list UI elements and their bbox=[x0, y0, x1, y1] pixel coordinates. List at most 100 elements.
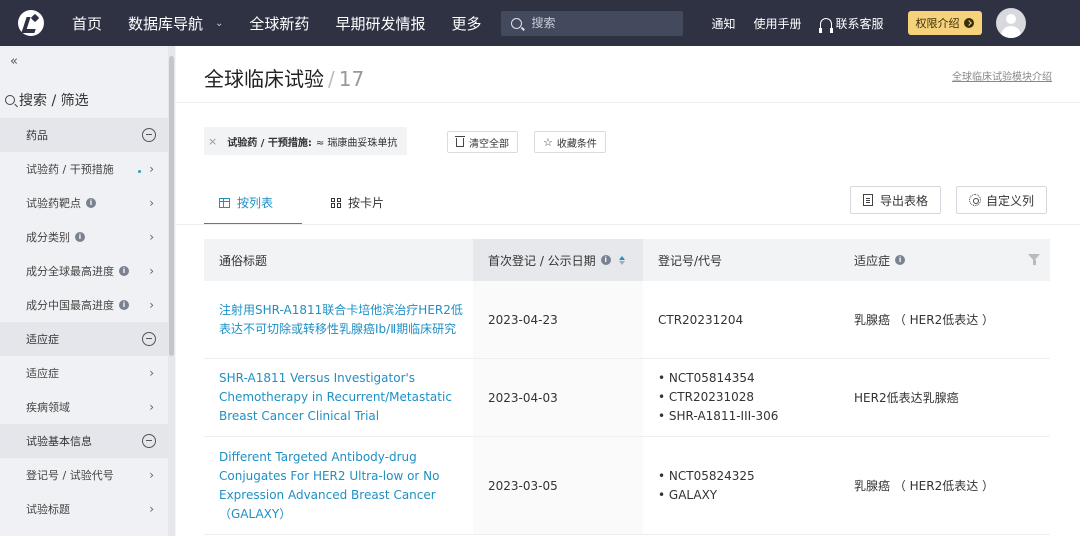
column-header-label: 首次登记 / 公示日期 bbox=[488, 253, 596, 268]
chevron-right-icon: › bbox=[149, 400, 154, 414]
registration-number: SHR-A1811-III-306 bbox=[658, 407, 779, 426]
export-icon bbox=[863, 194, 873, 206]
registration-cell: NCT05824325GALAXY bbox=[643, 437, 839, 534]
global-search[interactable] bbox=[501, 10, 684, 36]
sidebar-item-global-progress[interactable]: 成分全球最高进度 i › bbox=[0, 254, 168, 288]
search-input[interactable] bbox=[531, 16, 672, 30]
result-count: 17 bbox=[338, 67, 365, 91]
trash-icon bbox=[455, 135, 465, 147]
remove-filter-icon[interactable]: × bbox=[208, 135, 217, 148]
trial-title-cell: Different Targeted Antibody-drug Conjuga… bbox=[204, 437, 473, 534]
custom-columns-button[interactable]: 自定义列 bbox=[956, 186, 1048, 214]
nav-more[interactable]: 更多 bbox=[451, 13, 481, 34]
registration-number: CTR20231204 bbox=[658, 312, 744, 327]
star-icon: ☆ bbox=[543, 135, 553, 149]
chevron-right-icon: › bbox=[149, 502, 154, 516]
group-drug[interactable]: 药品 bbox=[0, 118, 168, 152]
column-header-date[interactable]: 首次登记 / 公示日期 i bbox=[473, 239, 643, 281]
save-condition-label: 收藏条件 bbox=[556, 138, 597, 150]
module-intro-link[interactable]: 全球临床试验模块介绍 bbox=[952, 68, 1052, 83]
chevron-right-icon: › bbox=[138, 162, 154, 176]
registration-number: NCT05814354 bbox=[658, 369, 778, 388]
table-row[interactable]: SHR-A1811 Versus Investigator's Chemothe… bbox=[204, 359, 1050, 437]
table-header: 通俗标题 首次登记 / 公示日期 i 登记号/代号 适应症 i bbox=[204, 239, 1050, 281]
nav-database[interactable]: 数据库导航 ⌄ bbox=[128, 13, 223, 34]
scrollbar-thumb[interactable] bbox=[169, 56, 174, 356]
sidebar-item-china-progress[interactable]: 成分中国最高进度 i › bbox=[0, 288, 168, 322]
headset-icon bbox=[818, 17, 833, 33]
sidebar-item-component-class[interactable]: 成分类别 i › bbox=[0, 220, 168, 254]
sidebar-search-label: 搜索 / 筛选 bbox=[19, 93, 89, 109]
nav-more-label: 更多 bbox=[451, 14, 482, 33]
chevron-right-icon: › bbox=[149, 230, 154, 244]
sort-icon[interactable] bbox=[618, 255, 625, 265]
column-header-indication[interactable]: 适应症 i bbox=[839, 239, 1050, 281]
clear-all-label: 清空全部 bbox=[469, 138, 509, 150]
table-row[interactable]: Different Targeted Antibody-drug Conjuga… bbox=[204, 437, 1050, 535]
nav-global-drugs-label: 全球新药 bbox=[249, 14, 310, 33]
sidebar-item-target[interactable]: 试验药靶点 i › bbox=[0, 186, 168, 220]
sidebar-item-disease-area[interactable]: 疾病领域 › bbox=[0, 390, 168, 424]
app-logo[interactable] bbox=[18, 10, 44, 36]
support-label: 联系客服 bbox=[835, 16, 884, 31]
column-header-label: 适应症 bbox=[854, 253, 891, 268]
avatar[interactable] bbox=[995, 8, 1026, 38]
tab-card-label: 按卡片 bbox=[348, 196, 385, 210]
table-row[interactable]: 注射用SHR-A1811联合卡培他滨治疗HER2低表达不可切除或转移性乳腺癌Ⅰb… bbox=[204, 281, 1050, 359]
nav-home[interactable]: 首页 bbox=[72, 13, 102, 34]
column-header-registration[interactable]: 登记号/代号 bbox=[643, 239, 839, 281]
trial-title-link[interactable]: SHR-A1811 Versus Investigator's Chemothe… bbox=[219, 369, 473, 426]
trial-title-link[interactable]: 注射用SHR-A1811联合卡培他滨治疗HER2低表达不可切除或转移性乳腺癌Ⅰb… bbox=[219, 301, 473, 339]
info-icon[interactable]: i bbox=[75, 232, 85, 242]
sidebar-item-indication[interactable]: 适应症 › bbox=[0, 356, 168, 390]
nav-global-drugs[interactable]: 全球新药 bbox=[249, 13, 309, 34]
permission-button[interactable]: 权限介绍 bbox=[907, 11, 982, 35]
filter-icon[interactable] bbox=[1028, 254, 1040, 265]
search-icon bbox=[511, 17, 523, 29]
trial-title-link[interactable]: Different Targeted Antibody-drug Conjuga… bbox=[219, 448, 473, 524]
group-indication-title: 适应症 bbox=[26, 333, 59, 346]
filter-key: 试验药 / 干预措施: bbox=[227, 137, 312, 149]
info-icon[interactable]: i bbox=[119, 300, 129, 310]
export-label: 导出表格 bbox=[880, 193, 929, 208]
collapse-minus-icon[interactable] bbox=[142, 332, 156, 346]
group-indication[interactable]: 适应症 bbox=[0, 322, 168, 356]
active-filter-chip: × 试验药 / 干预措施: ≈ 瑞康曲妥珠单抗 bbox=[204, 127, 408, 155]
filter-value: ≈ 瑞康曲妥珠单抗 bbox=[315, 137, 398, 149]
registration-number: CTR20231028 bbox=[658, 388, 778, 407]
trial-title-cell: 注射用SHR-A1811联合卡培他滨治疗HER2低表达不可切除或转移性乳腺癌Ⅰb… bbox=[204, 281, 473, 358]
save-condition-button[interactable]: ☆ 收藏条件 bbox=[534, 131, 606, 153]
group-trial-info[interactable]: 试验基本信息 bbox=[0, 424, 168, 458]
column-header-title[interactable]: 通俗标题 bbox=[204, 239, 473, 281]
indication-cell: HER2低表达乳腺癌 bbox=[854, 391, 959, 405]
collapse-sidebar-button[interactable]: « bbox=[10, 54, 18, 69]
info-icon[interactable]: i bbox=[895, 255, 906, 265]
manual-link[interactable]: 使用手册 bbox=[753, 15, 801, 32]
trials-table: 通俗标题 首次登记 / 公示日期 i 登记号/代号 适应症 i 注射用SHR-A18… bbox=[204, 239, 1050, 535]
collapse-minus-icon[interactable] bbox=[142, 128, 156, 142]
registration-number: GALAXY bbox=[658, 486, 755, 505]
date-cell: 2023-04-23 bbox=[473, 281, 643, 358]
tab-card[interactable]: 按卡片 bbox=[331, 194, 384, 211]
chevron-right-icon: › bbox=[149, 298, 154, 312]
info-icon[interactable]: i bbox=[119, 266, 129, 276]
notify-link[interactable]: 通知 bbox=[711, 15, 735, 32]
clear-all-button[interactable]: 清空全部 bbox=[447, 131, 518, 153]
active-indicator bbox=[138, 170, 142, 173]
export-table-button[interactable]: 导出表格 bbox=[850, 186, 942, 214]
tab-list[interactable]: 按列表 bbox=[219, 194, 273, 211]
filter-sidebar: « 搜索 / 筛选 药品 试验药 / 干预措施 › 试验药靶点 i › 成分类别 i › … bbox=[0, 46, 168, 536]
sidebar-scrollbar[interactable] bbox=[168, 46, 175, 536]
collapse-minus-icon[interactable] bbox=[142, 434, 156, 448]
info-icon[interactable]: i bbox=[600, 255, 611, 265]
nav-database-label: 数据库导航 bbox=[128, 14, 204, 33]
sidebar-item-trial-title[interactable]: 试验标题 › bbox=[0, 492, 168, 526]
chevron-right-icon: › bbox=[149, 468, 154, 482]
sidebar-item-registration[interactable]: 登记号 / 试验代号 › bbox=[0, 458, 168, 492]
trial-title-cell: SHR-A1811 Versus Investigator's Chemothe… bbox=[204, 359, 473, 436]
nav-early-rd[interactable]: 早期研发情报 bbox=[335, 13, 425, 34]
info-icon[interactable]: i bbox=[86, 198, 96, 208]
support-link[interactable]: 联系客服 bbox=[818, 15, 884, 33]
sidebar-item-intervention[interactable]: 试验药 / 干预措施 › bbox=[0, 152, 168, 186]
divider bbox=[176, 224, 1080, 225]
